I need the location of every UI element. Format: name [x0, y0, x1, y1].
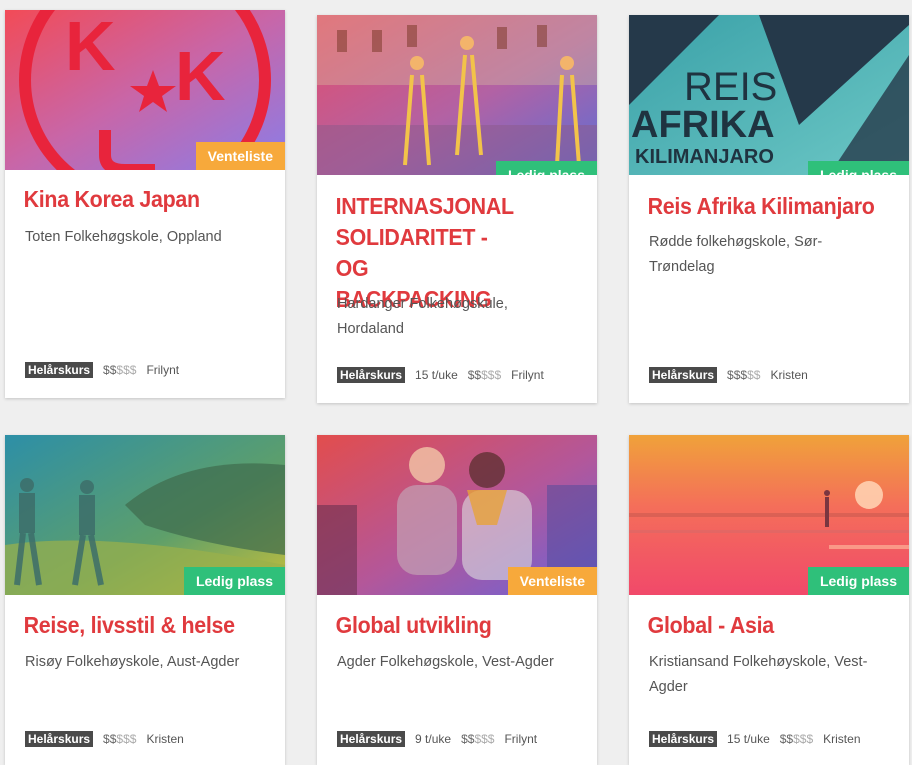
course-type-tag: Helårskurs: [649, 367, 718, 383]
image-text: REIS: [684, 65, 777, 109]
course-meta: Helårskurs $$$$$ Kristen: [649, 367, 808, 383]
image-text: KILIMANJARO: [635, 146, 774, 168]
profile-label: Frilynt: [504, 732, 538, 746]
course-image[interactable]: K K Venteliste: [5, 10, 285, 170]
school-name: Agder Folkehøgskole, Vest-Agder: [337, 654, 554, 670]
profile-label: Kristen: [823, 732, 861, 746]
profile-label: Kristen: [770, 368, 808, 382]
course-type-tag: Helårskurs: [337, 731, 406, 747]
hours-per-week: 15 t/uke: [727, 732, 770, 746]
price-level: $$$$$: [461, 732, 495, 746]
price-level: $$$$$: [103, 363, 137, 377]
status-badge: Ledig plass: [807, 161, 909, 175]
price-level: $$$$$: [103, 732, 137, 746]
course-title[interactable]: Global - Asia: [629, 610, 912, 641]
profile-label: Frilynt: [511, 368, 544, 382]
course-image[interactable]: Ledig plass: [317, 15, 597, 175]
course-type-tag: Helårskurs: [649, 731, 718, 747]
course-card[interactable]: Ledig plass Reise, livsstil & helse Risø…: [5, 435, 285, 765]
course-title[interactable]: Reis Afrika Kilimanjaro: [629, 191, 912, 222]
course-meta: Helårskurs 15 t/uke $$$$$ Frilynt: [337, 367, 544, 383]
price-level: $$$$$: [467, 368, 502, 382]
course-photo: [317, 15, 597, 175]
course-card[interactable]: REIS AFRIKA KILIMANJARO Ledig plass Reis…: [629, 15, 909, 403]
course-type-tag: Helårskurs: [25, 731, 94, 747]
course-title[interactable]: Reise, livsstil & helse: [5, 610, 289, 641]
course-card[interactable]: Ledig plass Global - Asia Kristiansand F…: [629, 435, 909, 765]
school-name: Hardanger Folkehøgskule, Hordaland: [337, 296, 508, 337]
svg-text:K: K: [175, 37, 226, 115]
status-badge: Ledig plass: [495, 161, 597, 175]
profile-label: Frilynt: [146, 363, 180, 377]
status-badge: Ledig plass: [183, 567, 285, 595]
course-title[interactable]: Global utvikling: [317, 610, 601, 641]
course-meta: Helårskurs 9 t/uke $$$$$ Frilynt: [337, 731, 537, 747]
status-badge: Venteliste: [507, 567, 597, 595]
course-image[interactable]: Ledig plass: [5, 435, 285, 595]
course-image[interactable]: Ledig plass: [629, 435, 909, 595]
school-name: Toten Folkehøgskole, Oppland: [25, 229, 222, 245]
course-image[interactable]: Venteliste: [317, 435, 597, 595]
course-meta: Helårskurs 15 t/uke $$$$$ Kristen: [649, 731, 861, 747]
status-badge: Venteliste: [195, 142, 285, 170]
course-title[interactable]: Kina Korea Japan: [5, 184, 289, 215]
course-card[interactable]: Ledig plass INTERNASJONAL SOLIDARITET - …: [317, 15, 597, 403]
course-type-tag: Helårskurs: [337, 367, 406, 383]
image-text: AFRIKA: [631, 104, 775, 146]
course-meta: Helårskurs $$$$$ Frilynt: [25, 362, 179, 378]
price-level: $$$$$: [727, 368, 761, 382]
course-meta: Helårskurs $$$$$ Kristen: [25, 731, 184, 747]
profile-label: Kristen: [146, 732, 184, 746]
school-name: Risøy Folkehøyskole, Aust-Agder: [25, 654, 240, 670]
course-card[interactable]: K K Venteliste Kina Korea Japan Toten Fo…: [5, 10, 285, 398]
status-badge: Ledig plass: [807, 567, 909, 595]
course-image[interactable]: REIS AFRIKA KILIMANJARO Ledig plass: [629, 15, 909, 175]
svg-text:K: K: [65, 10, 116, 85]
school-name: Kristiansand Folkehøyskole, Vest-Agder: [649, 654, 868, 695]
school-name: Rødde folkehøgskole, Sør-Trøndelag: [649, 234, 823, 275]
hours-per-week: 9 t/uke: [415, 732, 452, 746]
course-photo: REIS AFRIKA KILIMANJARO: [629, 15, 909, 175]
price-level: $$$$$: [779, 732, 814, 746]
hours-per-week: 15 t/uke: [415, 368, 458, 382]
course-type-tag: Helårskurs: [25, 362, 94, 378]
course-card[interactable]: Venteliste Global utvikling Agder Folkeh…: [317, 435, 597, 765]
